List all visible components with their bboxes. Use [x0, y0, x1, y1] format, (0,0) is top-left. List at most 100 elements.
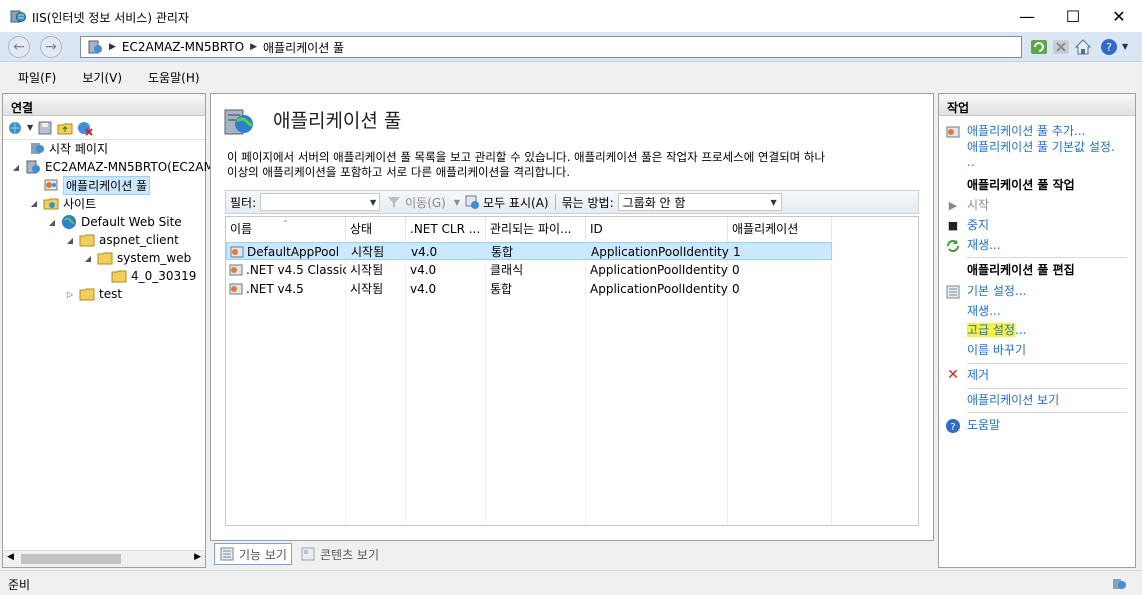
- tree-label: test: [99, 287, 123, 301]
- back-arrow-icon: ←: [13, 39, 25, 55]
- collapse-icon[interactable]: ◢: [83, 254, 93, 263]
- scroll-left-icon[interactable]: ◀: [7, 552, 14, 562]
- groupby-select[interactable]: 그룹화 안 함 ▼: [617, 193, 782, 211]
- stop-icon[interactable]: [1052, 38, 1070, 56]
- tree-start-page[interactable]: 시작 페이지: [15, 139, 108, 157]
- filter-label: 필터:: [230, 195, 257, 210]
- actions-divider: [967, 388, 1127, 389]
- tab-features-view[interactable]: 기능 보기: [214, 543, 292, 565]
- tree-4-0-30319[interactable]: 4_0_30319: [111, 267, 196, 285]
- refresh-icon[interactable]: [1030, 38, 1048, 56]
- tree-app-pools[interactable]: 애플리케이션 풀: [29, 175, 151, 195]
- forward-button[interactable]: →: [40, 36, 62, 58]
- help-icon[interactable]: ?: [1100, 38, 1118, 56]
- breadcrumb[interactable]: ▶ EC2AMAZ-MN5BRTO ▶ 애플리케이션 풀: [80, 36, 1022, 58]
- connections-header: 연결: [3, 94, 205, 116]
- tree-default-web-site[interactable]: ◢ Default Web Site: [47, 213, 182, 231]
- cell-status: 시작됨: [350, 282, 384, 296]
- menu-file[interactable]: 파일(F): [8, 67, 66, 88]
- highlighted-text: 고급 설정: [967, 323, 1015, 337]
- tree-server[interactable]: ◢ EC2AMAZ-MN5BRTO(EC2AM: [11, 158, 214, 176]
- scroll-thumb[interactable]: [21, 554, 121, 564]
- column-header-pipeline[interactable]: 관리되는 파이...: [486, 217, 586, 241]
- toolbar-separator: [554, 194, 556, 210]
- help-dropdown-icon[interactable]: ▼: [1122, 42, 1128, 51]
- breadcrumb-app-pools[interactable]: 애플리케이션 풀: [263, 39, 344, 56]
- goto-dropdown-icon[interactable]: ▼: [454, 198, 460, 207]
- action-start[interactable]: ▶ 시작: [945, 198, 989, 214]
- collapse-icon[interactable]: ◢: [47, 218, 57, 227]
- tree-test[interactable]: ▷ test: [65, 285, 122, 303]
- action-rename[interactable]: 이름 바꾸기: [967, 343, 1026, 358]
- filter-input[interactable]: ▼: [260, 193, 381, 211]
- home-icon[interactable]: [1074, 38, 1092, 56]
- app-pool-icon: [229, 264, 243, 276]
- show-all-button[interactable]: 모두 표시(A): [464, 194, 549, 211]
- collapse-icon[interactable]: ◢: [65, 236, 75, 245]
- breadcrumb-server[interactable]: EC2AMAZ-MN5BRTO: [122, 40, 244, 54]
- expand-icon[interactable]: ▷: [65, 290, 75, 299]
- description-line: 이 페이지에서 서버의 애플리케이션 풀 목록을 보고 관리할 수 있습니다. …: [227, 150, 826, 164]
- folder-icon: [97, 252, 113, 265]
- connect-globe-icon[interactable]: [7, 120, 23, 136]
- action-add-pool[interactable]: 애플리케이션 풀 추가...: [945, 124, 1085, 140]
- show-all-label: 모두 표시(A): [483, 195, 549, 210]
- connect-dropdown-icon[interactable]: ▼: [27, 123, 33, 132]
- svg-text:?: ?: [950, 422, 955, 433]
- tab-content-view[interactable]: 콘텐츠 보기: [296, 543, 383, 565]
- goto-button[interactable]: 이동(G): [386, 194, 446, 211]
- disconnect-icon[interactable]: [77, 120, 93, 136]
- action-stop[interactable]: ■ 중지: [945, 218, 989, 234]
- tree-label: 사이트: [63, 196, 97, 211]
- back-button[interactable]: ←: [8, 36, 30, 58]
- action-view-applications[interactable]: 애플리케이션 보기: [967, 393, 1059, 408]
- action-recycle[interactable]: 재생...: [945, 238, 1001, 254]
- tree-system-web[interactable]: ◢ system_web: [83, 249, 191, 267]
- sort-arrow-icon: ⌄: [282, 217, 289, 224]
- up-folder-icon[interactable]: [57, 120, 73, 136]
- table-row[interactable]: .NET v4.5 시작됨 v4.0 통합 ApplicationPoolIde…: [226, 280, 832, 298]
- app-pool-icon: [230, 246, 244, 258]
- minimize-button[interactable]: —: [1004, 0, 1050, 32]
- column-header-status[interactable]: 상태: [346, 217, 406, 241]
- column-header-identity[interactable]: ID: [586, 217, 728, 241]
- menu-view[interactable]: 보기(V): [72, 67, 132, 88]
- actions-divider: [967, 412, 1127, 413]
- play-icon: ▶: [948, 199, 958, 212]
- content-panel: 애플리케이션 풀 이 페이지에서 서버의 애플리케이션 풀 목록을 보고 관리할…: [210, 93, 934, 541]
- action-advanced-settings[interactable]: 고급 설정...: [967, 323, 1026, 338]
- save-icon[interactable]: [37, 120, 53, 136]
- action-remove[interactable]: ✕ 제거: [945, 368, 989, 384]
- actions-panel: 작업 애플리케이션 풀 추가... 애플리케이션 풀 기본값 설정. .. 애플…: [938, 93, 1136, 568]
- actions-divider: [967, 363, 1127, 364]
- table-row[interactable]: .NET v4.5 Classic 시작됨 v4.0 클래식 Applicati…: [226, 261, 832, 279]
- action-help[interactable]: ? 도움말: [945, 418, 1000, 434]
- table-row[interactable]: DefaultAppPool 시작됨 v4.0 통합 ApplicationPo…: [226, 242, 832, 260]
- maximize-button[interactable]: ☐: [1050, 0, 1096, 32]
- action-basic-settings[interactable]: 기본 설정...: [945, 284, 1026, 300]
- tree-sites[interactable]: ◢ 사이트: [29, 194, 96, 212]
- close-button[interactable]: ✕: [1096, 0, 1142, 32]
- tree-aspnet-client[interactable]: ◢ aspnet_client: [65, 231, 179, 249]
- cell-applications: 0: [732, 263, 740, 277]
- sites-icon: [43, 198, 59, 210]
- filter-dropdown-icon[interactable]: ▼: [370, 198, 379, 207]
- horizontal-scrollbar[interactable]: ◀ ▶: [3, 550, 205, 567]
- status-text: 준비: [8, 578, 31, 592]
- tree-label: Default Web Site: [81, 215, 182, 229]
- column-header-applications[interactable]: 애플리케이션: [728, 217, 832, 241]
- collapse-icon[interactable]: ◢: [11, 163, 21, 172]
- action-set-defaults[interactable]: 애플리케이션 풀 기본값 설정. ..: [967, 140, 1115, 170]
- scroll-right-icon[interactable]: ▶: [194, 552, 201, 562]
- tree-label: EC2AMAZ-MN5BRTO(EC2AM: [45, 160, 214, 174]
- action-recycling[interactable]: 재생...: [967, 304, 1001, 319]
- collapse-icon[interactable]: ◢: [29, 199, 39, 208]
- tree-label: 애플리케이션 풀: [63, 175, 151, 195]
- column-header-clr[interactable]: .NET CLR ...: [406, 217, 486, 241]
- menu-help[interactable]: 도움말(H): [138, 67, 210, 88]
- groupby-dropdown-icon[interactable]: ▼: [770, 198, 780, 207]
- goto-label: 이동(G): [405, 195, 446, 210]
- address-bar: ← → ▶ EC2AMAZ-MN5BRTO ▶ 애플리케이션 풀 ? ▼: [0, 32, 1142, 62]
- column-header-name[interactable]: 이름 ⌄: [226, 217, 346, 241]
- filter-toolbar: 필터: ▼ 이동(G) ▼ 모두 표시(A) 묶는 방법: 그룹화 안 함 ▼: [225, 190, 919, 214]
